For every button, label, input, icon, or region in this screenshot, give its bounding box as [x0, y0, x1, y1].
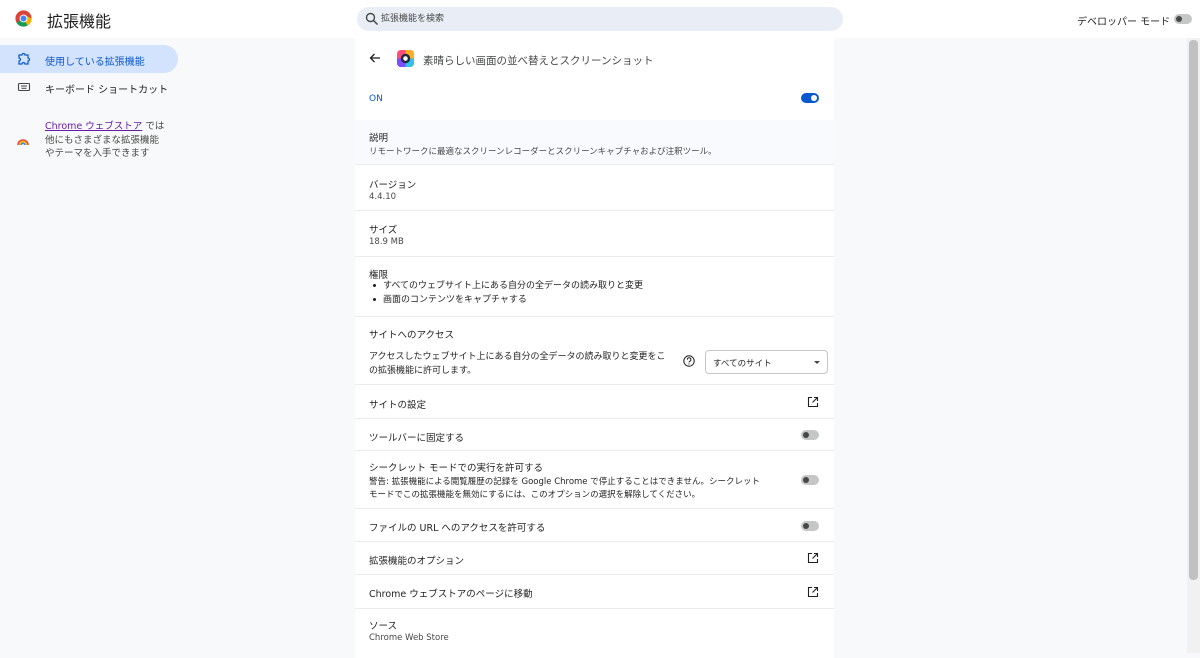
site-access-select[interactable]: すべてのサイト: [705, 350, 828, 374]
store-text-2: 他にもさまざまな拡張機能: [45, 134, 160, 146]
file-url-toggle[interactable]: [801, 521, 819, 531]
incognito-title: シークレット モードでの実行を許可する: [369, 463, 544, 474]
toggle-knob: [811, 95, 817, 101]
chrome-logo-icon: [15, 10, 32, 27]
bullet-icon: [373, 284, 376, 287]
permission-text: すべてのウェブサイト上にある自分の全データの読み取りと変更: [383, 281, 644, 291]
search-icon: [365, 12, 379, 26]
back-arrow-icon[interactable]: [369, 52, 381, 64]
store-promo-text: Chrome ウェブストア では 他にもさまざまな拡張機能 やテーマを入手できま…: [45, 120, 175, 161]
description-title: 説明: [369, 133, 389, 144]
description-section: 説明 リモートワークに最適なスクリーンレコーダーとスクリーンキャプチャおよび注釈…: [355, 120, 834, 164]
file-url-row: ファイルの URL へのアクセスを許可する: [355, 508, 834, 541]
permission-text: 画面のコンテンツをキャプチャする: [383, 295, 527, 305]
description-text: リモートワークに最適なスクリーンレコーダーとスクリーンキャプチャおよび注釈ツール…: [369, 147, 717, 157]
incognito-toggle[interactable]: [801, 475, 819, 485]
toggle-knob: [1176, 16, 1182, 22]
top-bar: 拡張機能 デベロッパー モード: [0, 0, 1200, 38]
page-title: 拡張機能: [47, 12, 112, 31]
permission-item: すべてのウェブサイト上にある自分の全データの読み取りと変更: [373, 279, 643, 293]
toggle-knob: [803, 432, 809, 438]
store-page-row[interactable]: Chrome ウェブストアのページに移動: [355, 574, 834, 608]
store-text-1: では: [142, 121, 165, 132]
sidebar-item-label: 使用している拡張機能: [45, 57, 145, 68]
file-url-label: ファイルの URL へのアクセスを許可する: [369, 523, 546, 534]
toggle-knob: [803, 523, 809, 529]
open-in-new-icon[interactable]: [807, 396, 819, 408]
extension-options-row[interactable]: 拡張機能のオプション: [355, 541, 834, 574]
incognito-warning-1: 警告: 拡張機能による閲覧履歴の記録を Google Chrome で停止するこ…: [369, 477, 760, 487]
site-settings-label: サイトの設定: [369, 400, 427, 411]
permission-item: 画面のコンテンツをキャプチャする: [373, 293, 643, 307]
search-input[interactable]: [381, 10, 821, 28]
size-section: サイズ 18.9 MB: [355, 210, 834, 256]
source-section: ソース Chrome Web Store: [355, 608, 834, 658]
puzzle-icon: [18, 52, 31, 65]
bullet-icon: [373, 298, 376, 301]
incognito-warning-2: モードでこの拡張機能を無効にするには、このオプションの選択を解除してください。: [369, 490, 701, 500]
pin-toolbar-toggle[interactable]: [801, 430, 819, 440]
extension-detail-card: 素晴らしい画面の並べ替えとスクリーンショット ON 説明 リモートワークに最適な…: [355, 38, 834, 658]
dev-mode-toggle[interactable]: [1174, 14, 1192, 24]
source-title: ソース: [369, 621, 398, 632]
search-box[interactable]: [357, 7, 843, 31]
site-access-desc-2: の拡張機能に許可します。: [369, 366, 477, 376]
open-in-new-icon[interactable]: [807, 586, 819, 598]
site-access-title: サイトへのアクセス: [369, 330, 455, 341]
extension-name: 素晴らしい画面の並べ替えとスクリーンショット: [423, 55, 654, 67]
sidebar-item-label: キーボード ショートカット: [45, 85, 169, 96]
source-value: Chrome Web Store: [369, 633, 449, 643]
rainbow-store-icon: [17, 139, 29, 145]
sidebar-item-my-extensions[interactable]: 使用している拡張機能: [0, 45, 178, 73]
pin-toolbar-row: ツールバーに固定する: [355, 418, 834, 450]
keyboard-icon: [17, 82, 31, 92]
store-text-3: やテーマを入手できます: [45, 148, 150, 159]
site-access-section: サイトへのアクセス アクセスしたウェブサイト上にある自分の全データの読み取りと変…: [355, 316, 834, 384]
extension-options-label: 拡張機能のオプション: [369, 556, 465, 567]
size-value: 18.9 MB: [369, 237, 404, 247]
incognito-row: シークレット モードでの実行を許可する 警告: 拡張機能による閲覧履歴の記録を …: [355, 450, 834, 508]
permissions-list: すべてのウェブサイト上にある自分の全データの読み取りと変更 画面のコンテンツをキ…: [373, 279, 643, 307]
dropdown-caret-icon: [814, 361, 820, 364]
version-title: バージョン: [369, 180, 417, 191]
scrollbar-thumb[interactable]: [1189, 40, 1198, 580]
open-in-new-icon[interactable]: [807, 552, 819, 564]
extension-enable-toggle[interactable]: [801, 93, 819, 103]
chrome-web-store-link[interactable]: Chrome ウェブストア: [45, 121, 142, 132]
toggle-knob: [803, 477, 809, 483]
site-settings-row[interactable]: サイトの設定: [355, 384, 834, 418]
site-access-value: すべてのサイト: [713, 359, 772, 369]
site-access-desc-1: アクセスしたウェブサイト上にある自分の全データの読み取りと変更をこ: [369, 352, 666, 362]
sidebar-item-keyboard-shortcuts[interactable]: キーボード ショートカット: [0, 73, 178, 101]
version-value: 4.4.10: [369, 192, 397, 202]
pin-toolbar-label: ツールバーに固定する: [369, 433, 465, 444]
detail-header: 素晴らしい画面の並べ替えとスクリーンショット: [355, 38, 834, 80]
size-title: サイズ: [369, 225, 398, 236]
permissions-section: 権限 すべてのウェブサイト上にある自分の全データの読み取りと変更 画面のコンテン…: [355, 256, 834, 316]
version-section: バージョン 4.4.10: [355, 164, 834, 210]
dev-mode-label: デベロッパー モード: [1077, 17, 1171, 28]
extension-logo-icon: [397, 50, 414, 67]
extension-status-label: ON: [369, 94, 383, 104]
help-icon[interactable]: [683, 355, 695, 367]
store-page-label: Chrome ウェブストアのページに移動: [369, 589, 533, 600]
